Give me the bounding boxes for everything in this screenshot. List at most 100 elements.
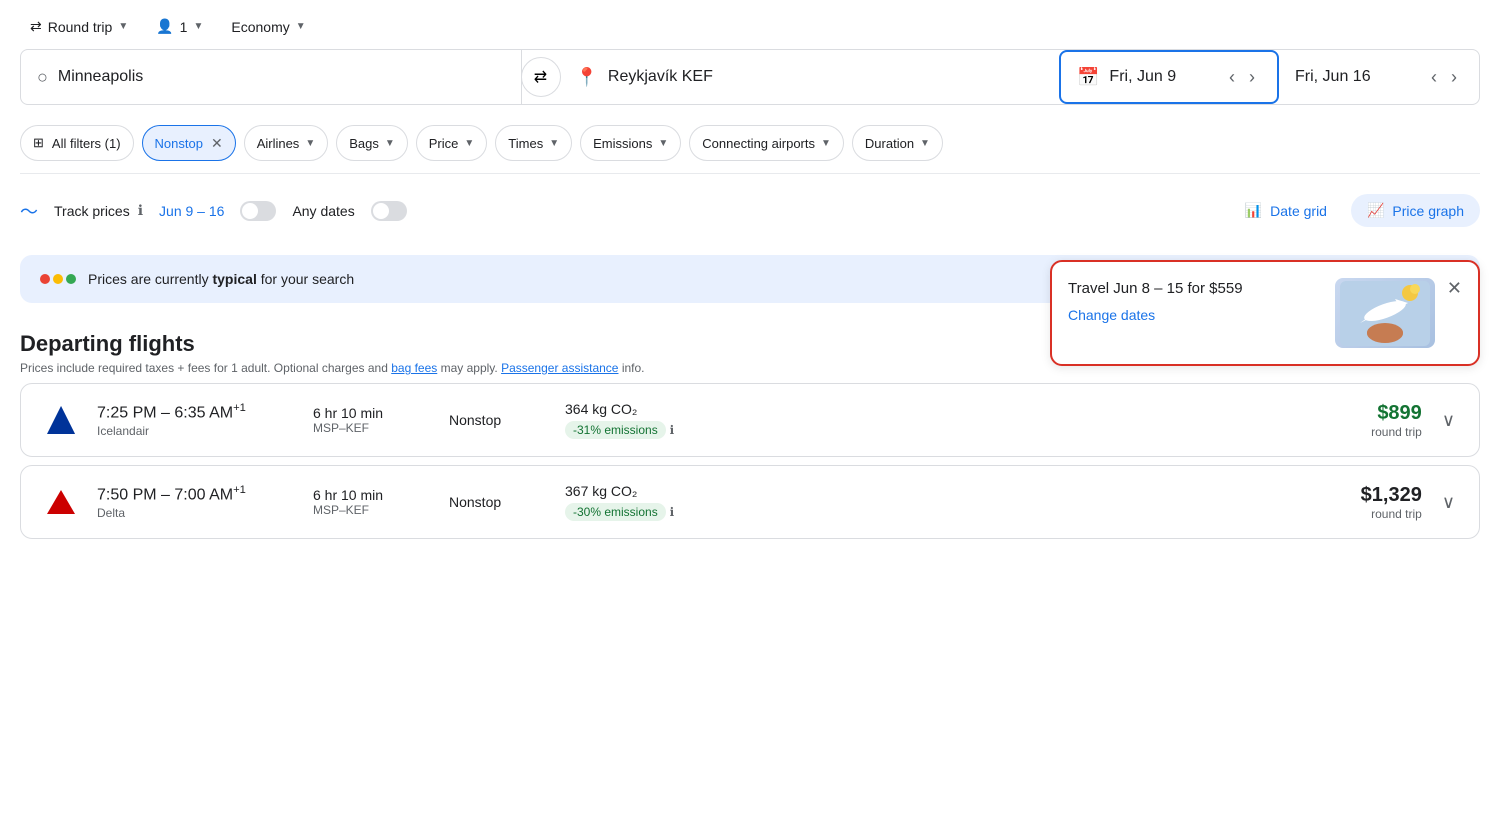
connecting-airports-button[interactable]: Connecting airports ▼ [689, 125, 844, 161]
flight-stops-1: Nonstop [449, 494, 549, 510]
price-graph-label: Price graph [1392, 203, 1464, 219]
any-dates-label: Any dates [292, 203, 354, 219]
date-grid-button[interactable]: 📊 Date grid [1229, 194, 1343, 227]
flight-times-0: 7:25 PM – 6:35 AM+1 Icelandair [97, 402, 297, 438]
airlines-chevron: ▼ [305, 138, 315, 149]
airlines-label: Airlines [257, 136, 300, 151]
destination-icon: 📍 [576, 67, 598, 88]
any-dates-slider [371, 201, 407, 221]
emissions-info-icon-0[interactable]: ℹ [670, 423, 675, 437]
emissions-filter-button[interactable]: Emissions ▼ [580, 125, 681, 161]
nonstop-filter-button[interactable]: Nonstop ✕ [142, 125, 236, 161]
passengers-button[interactable]: 👤 1 ▼ [146, 12, 213, 41]
return-date-nav: ‹ › [1425, 63, 1463, 92]
origin-field[interactable]: ○ Minneapolis [21, 50, 522, 104]
prev-return-date-button[interactable]: ‹ [1425, 63, 1443, 92]
swap-icon: ⇄ [30, 18, 42, 35]
track-prices-icon: 〜 [20, 198, 38, 224]
all-filters-label: All filters (1) [52, 136, 121, 151]
price-graph-button[interactable]: 📈 Price graph [1351, 194, 1480, 227]
price-type-0: round trip [1302, 425, 1422, 439]
flight-emissions-1: 367 kg CO₂ -30% emissions ℹ [565, 483, 1286, 521]
flight-times-1: 7:50 PM – 7:00 AM+1 Delta [97, 484, 297, 520]
date-nav: ‹ › [1223, 63, 1261, 92]
trip-type-chevron: ▼ [118, 21, 128, 32]
bag-fees-link[interactable]: bag fees [391, 361, 437, 375]
duration-chevron: ▼ [920, 138, 930, 149]
passengers-label: 1 [180, 19, 188, 35]
price-amount-1: $1,329 [1302, 484, 1422, 507]
emissions-info-icon-1[interactable]: ℹ [670, 505, 675, 519]
change-dates-link[interactable]: Change dates [1068, 307, 1323, 323]
filter-icon: ⊞ [33, 135, 44, 151]
price-type-1: round trip [1302, 507, 1422, 521]
price-filter-button[interactable]: Price ▼ [416, 125, 488, 161]
round-trip-button[interactable]: ⇄ Round trip ▼ [20, 12, 138, 41]
destination-field[interactable]: 📍 Reykjavík KEF [560, 50, 1060, 104]
nonstop-close-icon[interactable]: ✕ [211, 135, 223, 152]
date-grid-icon: 📊 [1245, 202, 1262, 219]
cabin-class-button[interactable]: Economy ▼ [221, 13, 315, 41]
price-dot-green [66, 274, 76, 284]
bags-filter-button[interactable]: Bags ▼ [336, 125, 408, 161]
emissions-badge-text-0: -31% emissions [565, 421, 666, 439]
flight-time-range-1: 7:50 PM – 7:00 AM+1 [97, 484, 297, 504]
price-chevron: ▼ [464, 138, 474, 149]
times-filter-button[interactable]: Times ▼ [495, 125, 572, 161]
all-filters-button[interactable]: ⊞ All filters (1) [20, 125, 134, 161]
popup-close-button[interactable]: ✕ [1447, 278, 1462, 299]
depart-date-field[interactable]: 📅 Fri, Jun 9 ‹ › [1059, 50, 1279, 104]
destination-text: Reykjavík KEF [608, 68, 713, 86]
return-date-text: Fri, Jun 16 [1295, 68, 1371, 86]
track-info-icon[interactable]: ℹ [138, 202, 143, 219]
emissions-chevron: ▼ [658, 138, 668, 149]
popup-title: Travel Jun 8 – 15 for $559 [1068, 278, 1323, 299]
price-indicator [40, 274, 76, 284]
divider [20, 173, 1480, 174]
popup-illustration [1335, 278, 1435, 348]
emissions-label: Emissions [593, 136, 652, 151]
emissions-badge-text-1: -30% emissions [565, 503, 666, 521]
price-text-suffix: for your search [257, 271, 354, 287]
filter-bar: ⊞ All filters (1) Nonstop ✕ Airlines ▼ B… [0, 117, 1500, 169]
track-prices-bar: 〜 Track prices ℹ Jun 9 – 16 Any dates 📊 … [0, 178, 1500, 243]
calendar-icon: 📅 [1077, 67, 1099, 88]
flights-subtitle: Prices include required taxes + fees for… [20, 361, 645, 375]
return-date-field[interactable]: Fri, Jun 16 ‹ › [1279, 50, 1479, 104]
price-dot-red [40, 274, 50, 284]
flight-duration-0: 6 hr 10 min MSP–KEF [313, 405, 433, 435]
date-grid-label: Date grid [1270, 203, 1327, 219]
passengers-chevron: ▼ [193, 21, 203, 32]
prev-date-button[interactable]: ‹ [1223, 63, 1241, 92]
emissions-amount-1: 367 kg CO₂ [565, 483, 1286, 499]
flight-route-1: MSP–KEF [313, 503, 433, 517]
price-banner-text: Prices are currently typical for your se… [88, 271, 354, 287]
emissions-amount-0: 364 kg CO₂ [565, 401, 1286, 417]
expand-flight-0-button[interactable]: ∨ [1438, 406, 1459, 435]
origin-text: Minneapolis [58, 68, 143, 86]
emissions-badge-1: -30% emissions ℹ [565, 499, 1286, 521]
duration-filter-button[interactable]: Duration ▼ [852, 125, 943, 161]
flights-title: Departing flights [20, 331, 645, 357]
track-dates-toggle[interactable] [240, 201, 276, 221]
swap-button[interactable]: ⇄ [521, 57, 561, 97]
duration-label: Duration [865, 136, 914, 151]
depart-date-text: Fri, Jun 9 [1109, 68, 1176, 86]
next-return-date-button[interactable]: › [1445, 63, 1463, 92]
track-dates-slider [240, 201, 276, 221]
flight-card[interactable]: 7:50 PM – 7:00 AM+1 Delta 6 hr 10 min MS… [20, 465, 1480, 539]
passenger-assistance-link[interactable]: Passenger assistance [501, 361, 618, 375]
airlines-filter-button[interactable]: Airlines ▼ [244, 125, 329, 161]
flight-card[interactable]: 7:25 PM – 6:35 AM+1 Icelandair 6 hr 10 m… [20, 383, 1480, 457]
nonstop-label: Nonstop [155, 136, 203, 151]
track-prices-label: Track prices ℹ [54, 202, 143, 219]
next-date-button[interactable]: › [1243, 63, 1261, 92]
any-dates-toggle[interactable] [371, 201, 407, 221]
price-label: Price [429, 136, 459, 151]
cabin-chevron: ▼ [296, 21, 306, 32]
arrive-suffix-0: +1 [233, 402, 246, 414]
depart-time-0: 7:25 PM – 6:35 AM [97, 404, 233, 421]
view-options: 📊 Date grid 📈 Price graph [1229, 194, 1480, 227]
flight-route-0: MSP–KEF [313, 421, 433, 435]
expand-flight-1-button[interactable]: ∨ [1438, 488, 1459, 517]
